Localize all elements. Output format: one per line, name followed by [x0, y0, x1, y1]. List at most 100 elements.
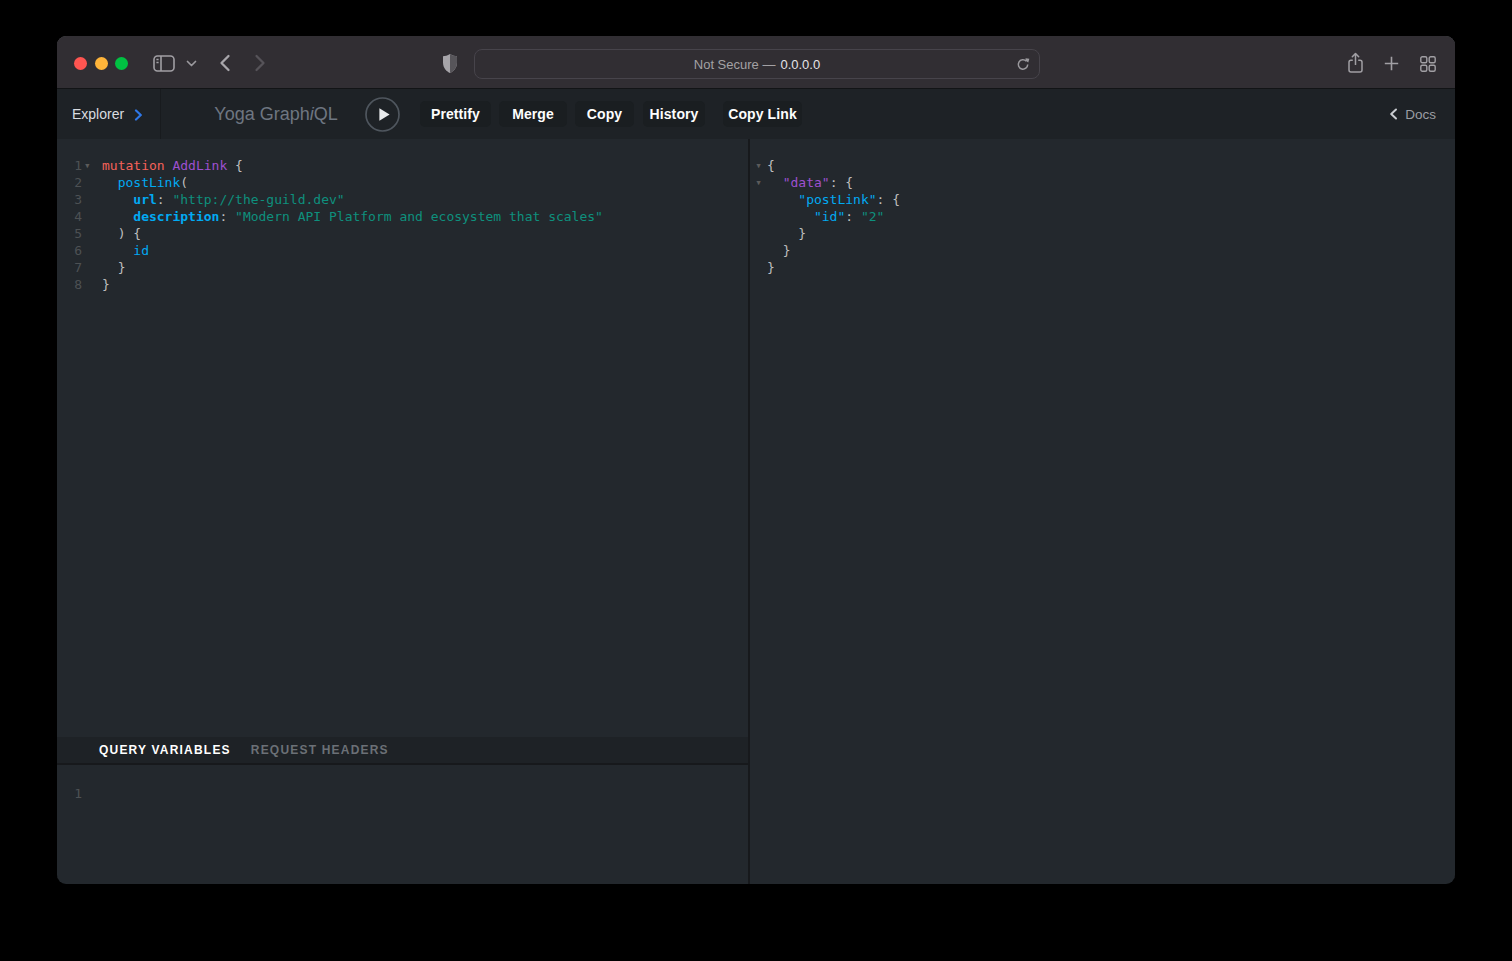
code-token: {: [767, 158, 775, 173]
query-line: 1▾mutation AddLink {: [57, 157, 748, 174]
code-token: [767, 209, 814, 224]
code-token: : {: [877, 192, 900, 207]
new-tab-icon[interactable]: [1384, 56, 1399, 71]
code-token: {: [227, 158, 243, 173]
address-bar[interactable]: Not Secure — 0.0.0.0: [474, 49, 1040, 79]
code-token: [767, 175, 783, 190]
forward-button-icon[interactable]: [253, 54, 267, 72]
share-icon[interactable]: [1347, 52, 1364, 74]
line-number: 1: [57, 157, 82, 174]
explorer-label: Explorer: [72, 106, 124, 122]
variables-editor[interactable]: 1: [57, 765, 748, 884]
back-button-icon[interactable]: [218, 54, 232, 72]
response-pane: ▾{▾ "data": { "postLink": { "id": "2" } …: [750, 139, 1455, 884]
query-pane: 1▾mutation AddLink {2 postLink(3 url: "h…: [57, 139, 748, 884]
code-token: : {: [830, 175, 853, 190]
code-token: "http://the-guild.dev": [172, 192, 344, 207]
line-number: 7: [57, 259, 82, 276]
line-number: 4: [57, 208, 82, 225]
code-token: [102, 192, 133, 207]
execute-query-button[interactable]: [365, 97, 400, 132]
query-line: 5 ) {: [57, 225, 748, 242]
chevron-left-icon: [1389, 108, 1398, 120]
fold-gutter: [750, 225, 767, 242]
browser-chrome: Not Secure — 0.0.0.0: [57, 36, 1455, 88]
docs-toggle[interactable]: Docs: [1389, 89, 1436, 139]
prettify-button[interactable]: Prettify: [420, 101, 491, 127]
query-line: 6 id: [57, 242, 748, 259]
code-token: [102, 209, 133, 224]
code-token: "Modern API Platform and ecosystem that …: [235, 209, 603, 224]
fold-gutter: [82, 785, 102, 802]
response-line: "postLink": {: [750, 191, 1455, 208]
toolbar-buttons: Prettify Merge Copy History Copy Link: [420, 101, 802, 127]
code-token: "id": [814, 209, 845, 224]
code-token: "postLink": [798, 192, 876, 207]
code-token: :: [157, 192, 165, 207]
fold-gutter: [82, 259, 102, 276]
line-number: 5: [57, 225, 82, 242]
query-editor[interactable]: 1▾mutation AddLink {2 postLink(3 url: "h…: [57, 139, 748, 737]
query-line: 8 }: [57, 276, 748, 293]
line-number: 8: [57, 276, 82, 293]
response-line: ▾ "data": {: [750, 174, 1455, 191]
line-number: 3: [57, 191, 82, 208]
code-token: "2": [861, 209, 884, 224]
query-line: 2 postLink(: [57, 174, 748, 191]
code-token: ) {: [118, 226, 141, 241]
sidebar-toggle-icon[interactable]: [153, 55, 175, 72]
query-line: 4 description: "Modern API Platform and …: [57, 208, 748, 225]
code-token: url: [133, 192, 156, 207]
response-line: }: [750, 259, 1455, 276]
response-line: "id": "2": [750, 208, 1455, 225]
code-token: }: [102, 277, 110, 292]
privacy-shield-icon[interactable]: [442, 53, 458, 74]
line-number: 1: [57, 785, 82, 802]
close-button[interactable]: [74, 57, 87, 70]
fold-gutter: [82, 191, 102, 208]
code-token: [853, 209, 861, 224]
zoom-button[interactable]: [115, 57, 128, 70]
docs-label: Docs: [1405, 107, 1436, 122]
copy-button[interactable]: Copy: [575, 101, 634, 127]
response-line: }: [750, 242, 1455, 259]
response-line: ▾{: [750, 157, 1455, 174]
merge-button[interactable]: Merge: [499, 101, 567, 127]
reload-icon[interactable]: [1016, 57, 1030, 72]
history-button[interactable]: History: [643, 101, 705, 127]
fold-arrow-icon[interactable]: ▾: [750, 174, 767, 191]
explorer-toggle[interactable]: Explorer: [57, 89, 161, 139]
fold-gutter: [82, 225, 102, 242]
line-number: 2: [57, 174, 82, 191]
response-line: }: [750, 225, 1455, 242]
code-token: postLink: [118, 175, 181, 190]
graphiql-toolbar: Explorer Yoga GraphiQL Prettify Merge Co…: [57, 88, 1455, 139]
query-line: 7 }: [57, 259, 748, 276]
fold-arrow-icon[interactable]: ▾: [82, 157, 102, 174]
url-host: 0.0.0.0: [780, 57, 820, 72]
minimize-button[interactable]: [95, 57, 108, 70]
variables-tabbar: QUERY VARIABLES REQUEST HEADERS: [57, 737, 748, 765]
fold-gutter: [750, 191, 767, 208]
title-prefix: Yoga Graph: [214, 104, 309, 125]
tab-overview-icon[interactable]: [1420, 56, 1436, 72]
tab-request-headers[interactable]: REQUEST HEADERS: [251, 743, 389, 757]
code-token: }: [767, 243, 790, 258]
browser-window: Not Secure — 0.0.0.0 Explorer: [57, 36, 1455, 884]
code-token: mutation: [102, 158, 165, 173]
code-token: }: [118, 260, 126, 275]
query-line: 3 url: "http://the-guild.dev": [57, 191, 748, 208]
security-label: Not Secure —: [694, 57, 776, 72]
fold-arrow-icon[interactable]: ▾: [750, 157, 767, 174]
variables-line: 1: [57, 785, 748, 802]
fold-gutter: [82, 242, 102, 259]
code-token: [102, 243, 133, 258]
code-token: "data": [783, 175, 830, 190]
copy-link-button[interactable]: Copy Link: [723, 101, 802, 127]
tab-query-variables[interactable]: QUERY VARIABLES: [99, 743, 231, 757]
chevron-down-icon[interactable]: [186, 60, 197, 68]
graphiql-main: 1▾mutation AddLink {2 postLink(3 url: "h…: [57, 139, 1455, 884]
fold-gutter: [82, 276, 102, 293]
fold-gutter: [82, 174, 102, 191]
code-token: [102, 260, 118, 275]
